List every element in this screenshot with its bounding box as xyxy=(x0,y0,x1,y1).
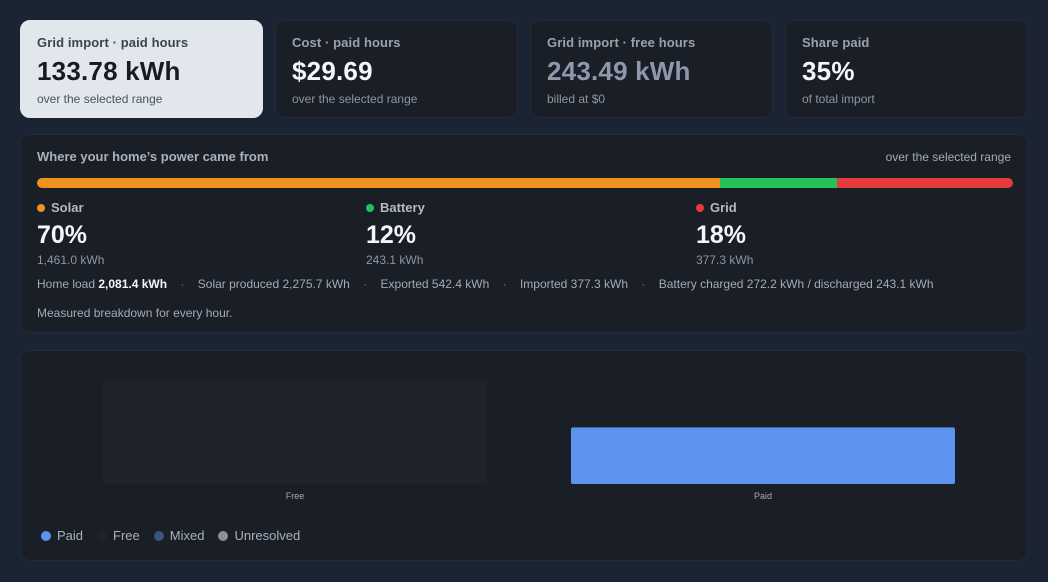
range-label: over the selected range xyxy=(885,150,1011,164)
card-subtext: over the selected range xyxy=(37,92,163,106)
separator: · xyxy=(363,277,368,291)
card-label: Cost · paid hours xyxy=(292,35,401,50)
breakdown-note: Measured breakdown for every hour. xyxy=(37,306,233,320)
card-subtext: billed at $0 xyxy=(547,92,606,106)
source-percent: 70% xyxy=(37,221,88,249)
card-paid-import[interactable]: Grid import · paid hours 133.78 kWh over… xyxy=(20,20,263,118)
battery-dot-icon xyxy=(366,203,374,212)
source-solar: Solar 70% 1,461.0 kWh xyxy=(37,200,104,267)
card-label: Grid import · free hours xyxy=(547,35,696,50)
battery-charge: Battery charged 272.2 kWh / discharged 2… xyxy=(658,277,934,291)
source-name: Grid xyxy=(710,200,737,215)
legend-dot-icon xyxy=(153,530,164,541)
grid-dot-icon xyxy=(696,203,704,212)
legend-label: Unresolved xyxy=(234,528,301,543)
separator: · xyxy=(180,277,185,291)
card-subtext: over the selected range xyxy=(292,92,418,106)
separator: · xyxy=(641,277,646,291)
imported: Imported 377.3 kWh xyxy=(519,277,629,291)
energy-stats: Home load 2,081.4 kWh · Solar produced 2… xyxy=(37,277,934,291)
legend-item-mixed[interactable]: Mixed xyxy=(153,528,205,543)
x-tick-label: Free xyxy=(286,491,305,501)
card-value: 35% xyxy=(802,56,855,86)
source-name: Solar xyxy=(51,200,84,215)
card-share-paid[interactable]: Share paid 35% of total import xyxy=(785,20,1028,118)
mix-segment-battery xyxy=(720,178,838,188)
mix-segment-solar xyxy=(37,178,721,188)
legend-dot-icon xyxy=(218,530,229,541)
source-name: Battery xyxy=(380,200,425,215)
legend-dot-icon xyxy=(41,530,51,541)
source-percent: 18% xyxy=(696,221,747,249)
bar-paid[interactable] xyxy=(571,427,955,484)
x-tick-label: Paid xyxy=(754,491,772,501)
legend-item-free[interactable]: Free xyxy=(97,528,140,543)
source-energy: 377.3 kWh xyxy=(696,253,754,267)
import-chart-panel: Free Paid Paid Free Mixed Unresolved xyxy=(20,350,1028,561)
source-percent: 12% xyxy=(366,221,417,249)
card-value: 133.78 kWh xyxy=(37,56,181,86)
source-mix-bar xyxy=(37,178,1013,188)
exported: Exported 542.4 kWh xyxy=(380,277,490,291)
legend-dot-icon xyxy=(97,530,108,541)
power-source-panel: Where your home’s power came from over t… xyxy=(20,134,1028,333)
solar-produced: Solar produced 2,275.7 kWh xyxy=(197,277,350,291)
home-load-label: Home load xyxy=(37,277,96,291)
card-free-import[interactable]: Grid import · free hours 243.49 kWh bill… xyxy=(530,20,773,118)
legend-item-paid[interactable]: Paid xyxy=(41,528,83,543)
card-label: Share paid xyxy=(802,35,870,50)
card-subtext: of total import xyxy=(802,92,875,106)
card-label: Grid import · paid hours xyxy=(37,35,189,50)
panel-title: Where your home’s power came from xyxy=(37,149,269,164)
home-load-value: 2,081.4 kWh xyxy=(98,277,168,291)
source-battery: Battery 12% 243.1 kWh xyxy=(366,200,425,267)
solar-dot-icon xyxy=(37,203,45,212)
chart-legend: Paid Free Mixed Unresolved xyxy=(41,528,314,543)
card-value: 243.49 kWh xyxy=(547,56,691,86)
summary-cards: Grid import · paid hours 133.78 kWh over… xyxy=(20,20,1028,118)
legend-label: Paid xyxy=(57,528,84,543)
card-cost-paid[interactable]: Cost · paid hours $29.69 over the select… xyxy=(275,20,518,118)
legend-label: Free xyxy=(113,528,140,543)
source-energy: 1,461.0 kWh xyxy=(37,253,105,267)
source-grid: Grid 18% 377.3 kWh xyxy=(696,200,753,267)
card-value: $29.69 xyxy=(292,56,373,86)
mix-segment-grid xyxy=(837,178,1013,188)
source-energy: 243.1 kWh xyxy=(366,253,424,267)
separator: · xyxy=(502,277,507,291)
legend-label: Mixed xyxy=(169,528,205,543)
legend-item-unresolved[interactable]: Unresolved xyxy=(218,528,300,543)
paid-free-bar-chart: Free Paid xyxy=(103,381,955,501)
bar-free[interactable] xyxy=(103,381,487,484)
